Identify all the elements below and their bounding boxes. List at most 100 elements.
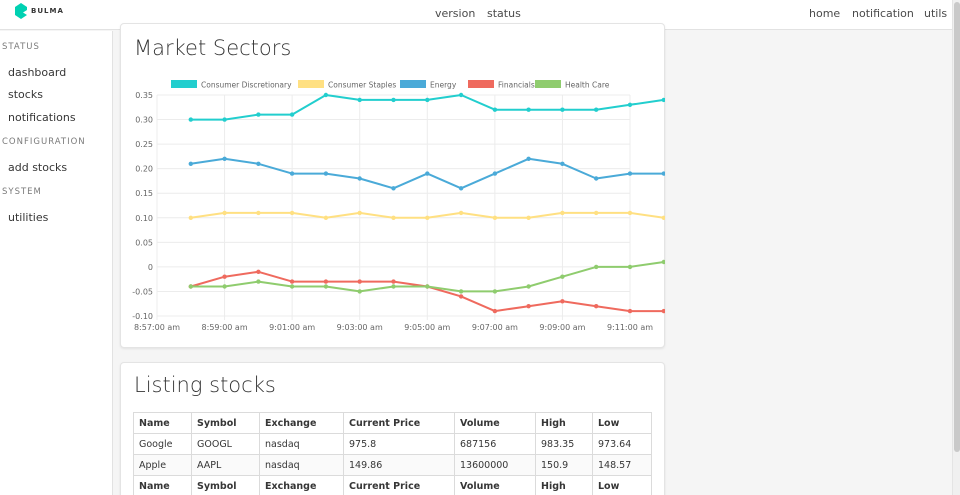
data-point: [256, 210, 261, 216]
brand-logo[interactable]: BULMA: [15, 3, 64, 19]
x-tick-label: 9:07:00 am: [472, 323, 518, 332]
data-point: [256, 112, 261, 117]
data-point: [188, 117, 193, 122]
data-point: [627, 102, 633, 107]
data-point: [289, 284, 295, 289]
cell-price: 149.86: [343, 454, 455, 476]
cell-exchange: nasdaq: [259, 454, 344, 476]
scrollbar-thumb[interactable]: [954, 2, 960, 452]
cell-symbol: AAPL: [191, 454, 260, 476]
data-point: [526, 156, 531, 161]
data-point: [188, 215, 193, 220]
sidebar-item-add-stocks[interactable]: add stocks: [8, 161, 67, 174]
data-point: [627, 264, 633, 270]
data-point: [289, 171, 295, 176]
x-tick-label: 9:11:00 am: [607, 323, 653, 332]
brand-name: BULMA: [31, 7, 64, 15]
data-point: [492, 107, 498, 112]
market-sectors-title: Market Sectors: [134, 36, 292, 60]
cell-name: Google: [133, 433, 192, 455]
legend-swatch: [298, 80, 324, 88]
data-point: [425, 97, 430, 103]
table-row[interactable]: Google GOOGL nasdaq 975.8 687156 983.35 …: [133, 433, 652, 455]
data-point: [289, 279, 295, 284]
data-point: [357, 289, 362, 294]
sidebar-item-stocks[interactable]: stocks: [8, 88, 43, 101]
data-point: [289, 112, 295, 117]
data-point: [256, 161, 261, 166]
col-volume-footer: Volume: [454, 475, 536, 495]
data-point: [188, 284, 193, 289]
col-name-header: Name: [133, 412, 192, 434]
series-line: [190, 211, 665, 219]
sidebar-item-notifications[interactable]: notifications: [8, 111, 76, 124]
data-point: [256, 269, 261, 274]
data-point: [594, 304, 599, 309]
sidebar-item-utilities[interactable]: utilities: [8, 211, 48, 224]
data-point: [627, 308, 633, 314]
y-tick-label: 0.15: [135, 189, 153, 198]
data-point: [492, 215, 498, 220]
data-point: [323, 92, 329, 98]
data-point: [492, 171, 498, 176]
data-point: [594, 210, 599, 216]
data-point: [289, 210, 295, 216]
legend-label: Health Care: [565, 81, 610, 90]
col-volume-header: Volume: [454, 412, 536, 434]
market-sectors-chart: 0.35 0.30 0.25 0.20 0.15 0.10 0.05 0 -0.05 -0.10 8…: [132, 80, 665, 332]
data-point: [560, 161, 565, 166]
table-footer-row: Name Symbol Exchange Current Price Volum…: [133, 475, 652, 495]
cell-symbol: GOOGL: [191, 433, 260, 455]
y-tick-label: 0.30: [135, 116, 153, 125]
page-scrollbar[interactable]: [952, 0, 960, 495]
col-symbol-header: Symbol: [191, 412, 260, 434]
y-tick-label: -0.05: [132, 287, 153, 296]
x-tick-label: 8:57:00 am: [134, 323, 180, 332]
cell-volume: 13600000: [454, 454, 536, 476]
data-point: [458, 210, 464, 216]
legend-swatch: [171, 80, 197, 88]
series-line: [190, 157, 665, 190]
nav-home[interactable]: home: [809, 7, 840, 20]
data-point: [391, 279, 396, 284]
legend-label: Energy: [430, 81, 457, 90]
sidebar: STATUS dashboard stocks notifications CO…: [0, 31, 113, 495]
nav-utils[interactable]: utils: [924, 7, 947, 20]
nav-notification[interactable]: notification: [852, 7, 914, 20]
data-point: [661, 97, 665, 103]
data-point: [526, 107, 531, 112]
cell-name: Apple: [133, 454, 192, 476]
menu-label-system: SYSTEM: [2, 187, 42, 197]
nav-status[interactable]: status: [487, 7, 521, 20]
table-row[interactable]: Apple AAPL nasdaq 149.86 13600000 150.9 …: [133, 454, 652, 476]
cell-high: 150.9: [535, 454, 593, 476]
data-point: [627, 171, 633, 176]
data-point: [661, 308, 665, 314]
data-point: [560, 299, 565, 304]
sidebar-item-dashboard[interactable]: dashboard: [8, 66, 66, 79]
col-exchange-footer: Exchange: [259, 475, 344, 495]
cell-high: 983.35: [535, 433, 593, 455]
data-point: [560, 274, 565, 279]
x-tick-label: 8:59:00 am: [202, 323, 248, 332]
data-point: [458, 186, 464, 191]
data-point: [357, 279, 362, 284]
data-point: [594, 176, 599, 181]
data-point: [188, 161, 193, 166]
data-point: [391, 215, 396, 220]
data-point: [526, 215, 531, 220]
data-point: [458, 294, 464, 299]
nav-version[interactable]: version: [435, 7, 475, 20]
data-point: [222, 117, 227, 122]
data-point: [492, 289, 498, 294]
legend-label: Consumer Discretionary: [201, 81, 292, 90]
data-point: [222, 284, 227, 289]
legend-swatch: [535, 80, 561, 88]
data-point: [425, 171, 430, 176]
col-exchange-header: Exchange: [259, 412, 344, 434]
cell-volume: 687156: [454, 433, 536, 455]
col-price-footer: Current Price: [343, 475, 455, 495]
data-point: [594, 264, 599, 270]
col-name-footer: Name: [133, 475, 192, 495]
listing-stocks-title: Listing stocks: [134, 373, 276, 397]
